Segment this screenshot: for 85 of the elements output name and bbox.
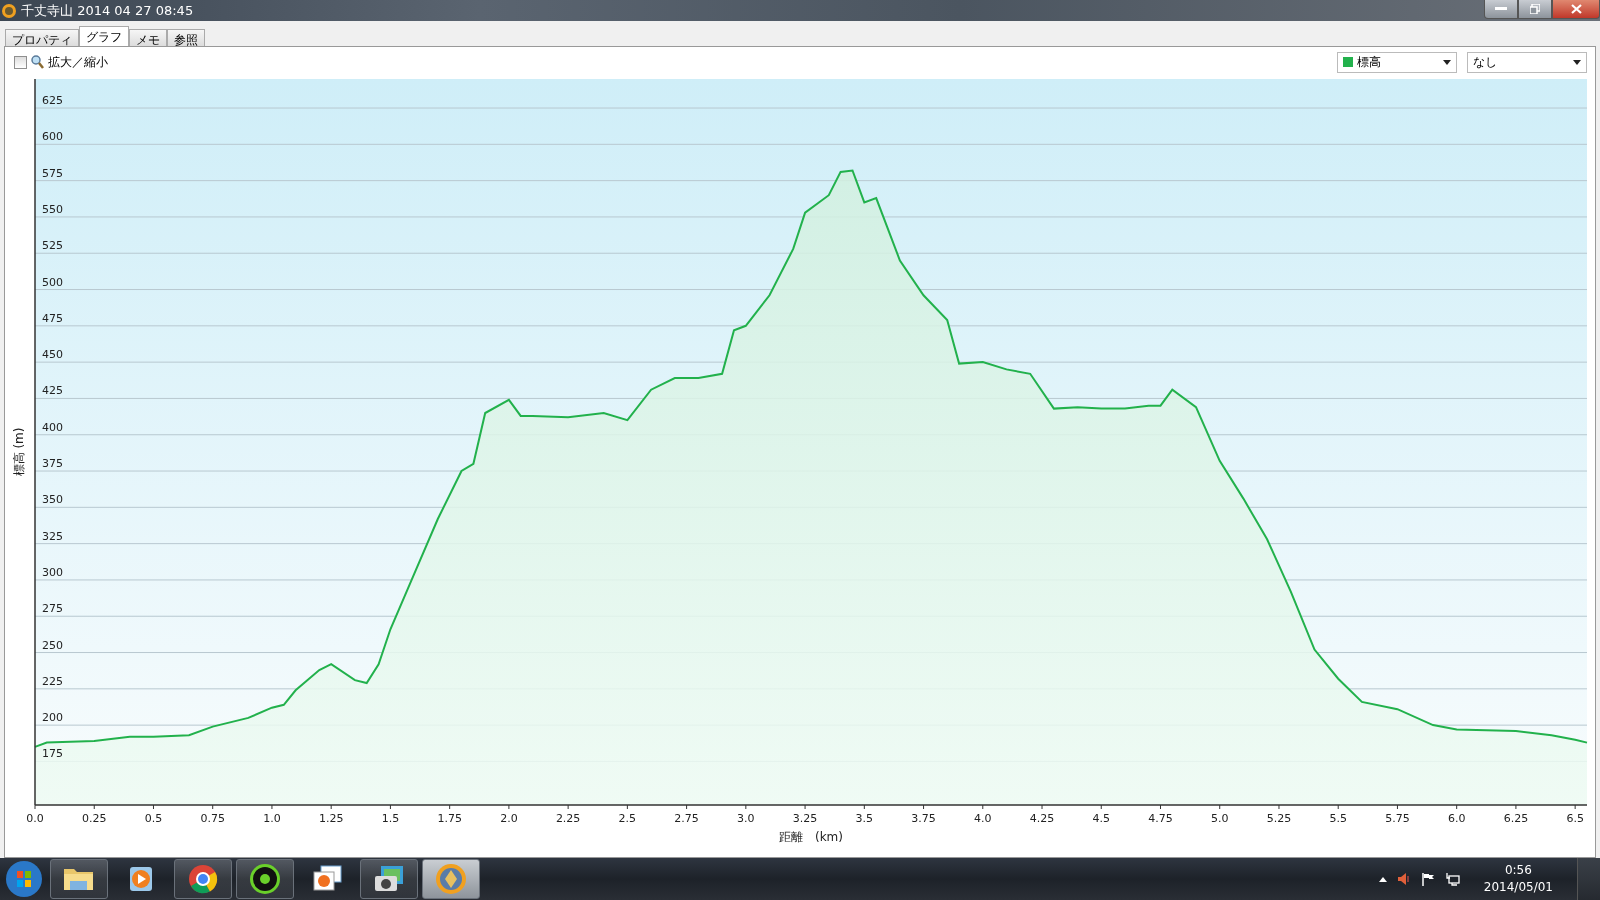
clock-date: 2014/05/01 xyxy=(1483,879,1553,896)
y-tick-label: 250 xyxy=(42,638,63,652)
x-tick-label: 0.25 xyxy=(82,812,107,825)
window-title: 千丈寺山 2014 04 27 08:45 xyxy=(21,1,195,20)
x-tick-label: 0.5 xyxy=(144,812,163,825)
gear-icon xyxy=(250,864,280,894)
x-tick-label: 2.75 xyxy=(674,812,699,825)
y-tick-label: 175 xyxy=(42,747,63,761)
app-icon xyxy=(1,2,17,19)
legend-swatch xyxy=(1343,57,1353,67)
y-axis-title: 標高 (m) xyxy=(12,427,26,477)
folder-icon xyxy=(64,869,93,890)
taskbar-button[interactable] xyxy=(50,859,108,899)
tab[interactable]: プロパティ xyxy=(5,29,79,46)
clock-time: 0:56 xyxy=(1504,862,1532,879)
y-tick-label: 225 xyxy=(42,674,63,688)
restore-button[interactable] xyxy=(1518,0,1552,19)
tab[interactable]: グラフ xyxy=(79,26,129,46)
x-axis-title: 距離 (km) xyxy=(779,830,843,844)
y-tick-label: 275 xyxy=(42,602,63,616)
browser-icon xyxy=(189,865,218,894)
x-tick-label: 5.75 xyxy=(1385,812,1410,825)
y-tick-label: 300 xyxy=(42,565,63,579)
y-tick-label: 550 xyxy=(42,202,63,216)
y-tick-label: 525 xyxy=(42,239,63,253)
x-tick-label: 6.25 xyxy=(1503,812,1529,825)
tab[interactable]: メモ xyxy=(129,29,167,46)
tab[interactable]: 参照 xyxy=(167,29,205,46)
series-dropdown[interactable]: 標高 xyxy=(1337,51,1457,73)
caret-icon xyxy=(1443,59,1451,65)
x-tick-label: 5.25 xyxy=(1266,812,1292,825)
close-icon xyxy=(1570,4,1582,14)
x-tick-label: 3.5 xyxy=(855,812,874,825)
y-tick-label: 425 xyxy=(42,384,63,398)
x-tick-label: 1.0 xyxy=(263,812,281,825)
x-tick-label: 6.0 xyxy=(1447,812,1466,825)
restore-icon xyxy=(1530,4,1540,14)
compare-dropdown[interactable]: なし xyxy=(1467,51,1587,73)
x-tick-label: 3.0 xyxy=(737,812,755,825)
y-tick-label: 575 xyxy=(42,166,63,180)
checkbox[interactable] xyxy=(14,55,27,69)
y-tick-label: 625 xyxy=(42,94,63,108)
x-tick-label: 2.0 xyxy=(500,812,518,825)
search-icon xyxy=(31,55,44,69)
y-tick-label: 475 xyxy=(42,311,63,325)
x-tick-label: 4.5 xyxy=(1092,812,1110,825)
x-tick-label: 0.0 xyxy=(26,812,44,825)
play-icon xyxy=(130,867,152,891)
x-tick-label: 6.5 xyxy=(1566,812,1584,825)
flag-icon[interactable] xyxy=(1420,872,1435,886)
x-tick-label: 1.25 xyxy=(318,812,344,825)
taskbar-button[interactable] xyxy=(174,859,232,899)
x-tick-label: 1.5 xyxy=(381,812,400,825)
caret-icon[interactable] xyxy=(1378,876,1387,882)
minimize-button[interactable] xyxy=(1484,0,1518,19)
x-tick-label: 5.0 xyxy=(1211,812,1229,825)
x-tick-label: 3.25 xyxy=(792,812,818,825)
speaker-icon[interactable] xyxy=(1396,872,1411,886)
x-tick-label: 4.75 xyxy=(1148,812,1173,825)
close-button[interactable] xyxy=(1552,0,1600,19)
y-tick-label: 600 xyxy=(42,130,63,144)
x-tick-label: 4.0 xyxy=(974,812,992,825)
zoom-label: 拡大／縮小 xyxy=(48,53,108,71)
x-tick-label: 4.25 xyxy=(1029,812,1055,825)
y-tick-label: 200 xyxy=(42,711,63,725)
taskbar-button[interactable] xyxy=(360,859,418,899)
caret-icon xyxy=(1573,59,1581,65)
x-tick-label: 2.25 xyxy=(555,812,581,825)
network-icon[interactable] xyxy=(1444,872,1460,886)
y-tick-label: 325 xyxy=(42,529,63,543)
camera-icon xyxy=(375,866,403,891)
x-tick-label: 3.75 xyxy=(911,812,936,825)
photos-icon xyxy=(313,865,342,891)
x-tick-label: 2.5 xyxy=(618,812,637,825)
x-tick-label: 0.75 xyxy=(200,812,225,825)
x-tick-label: 1.75 xyxy=(437,812,462,825)
y-tick-label: 350 xyxy=(42,493,63,507)
y-tick-label: 375 xyxy=(42,457,63,471)
y-tick-label: 500 xyxy=(42,275,63,289)
y-tick-label: 400 xyxy=(42,420,63,434)
y-tick-label: 450 xyxy=(42,348,63,362)
taskbar-button[interactable] xyxy=(236,859,294,899)
minimize-icon xyxy=(1495,7,1507,11)
x-tick-label: 5.5 xyxy=(1329,812,1347,825)
compass-icon xyxy=(436,864,466,894)
